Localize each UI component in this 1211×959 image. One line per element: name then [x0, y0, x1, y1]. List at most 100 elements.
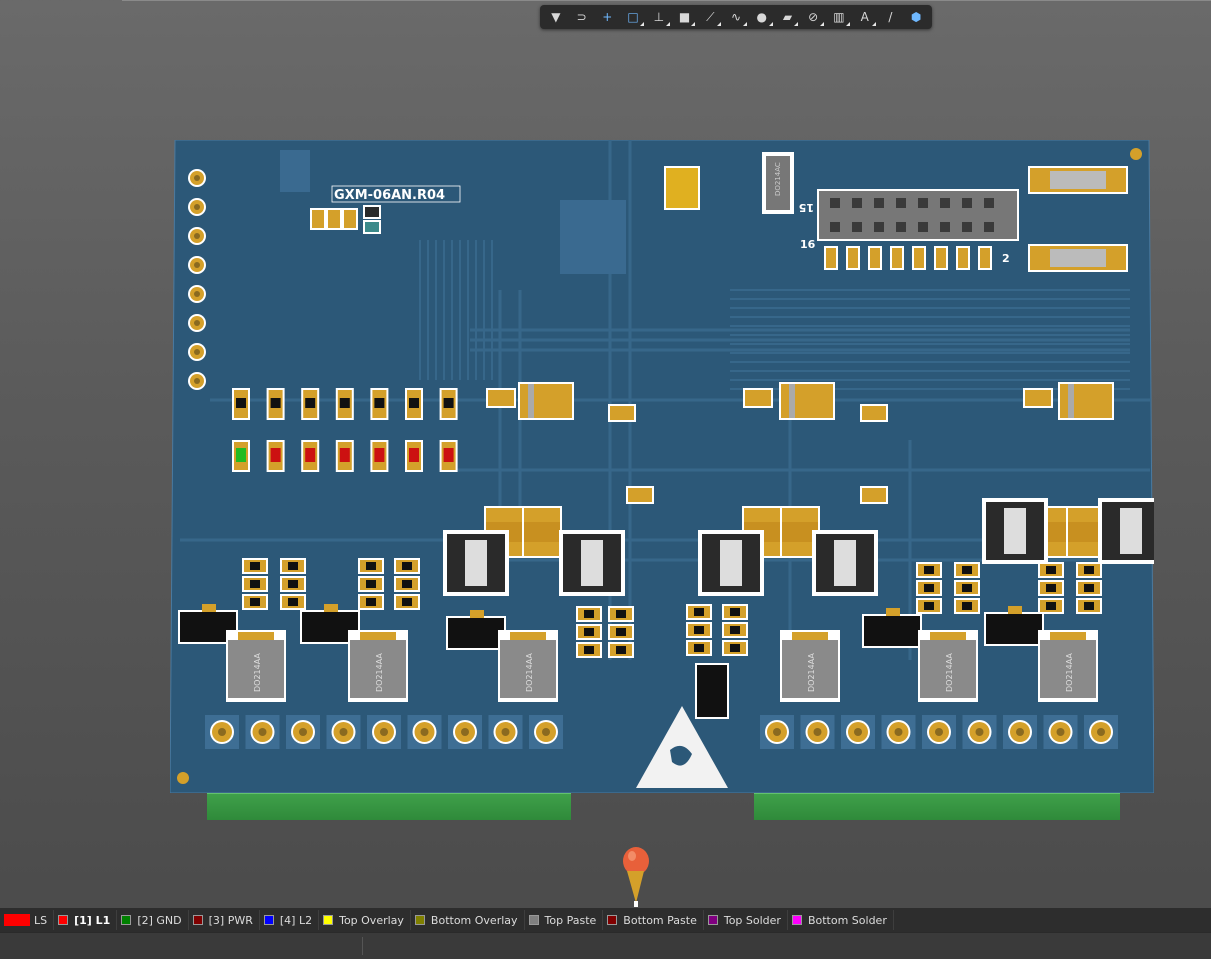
- header-pin: [962, 198, 972, 208]
- inductor-label: DO214AA: [375, 653, 384, 692]
- component-body: [666, 168, 698, 208]
- component-body: [328, 210, 340, 228]
- origin-pin-icon[interactable]: [622, 843, 652, 909]
- magnet-tool-button[interactable]: ⊃: [570, 7, 594, 27]
- transistor-tab: [324, 604, 338, 612]
- layer-color-swatch: [192, 915, 203, 925]
- terminal-pad-hole: [773, 728, 781, 736]
- 3d-body-tool-button[interactable]: ⬢: [904, 7, 928, 27]
- inductor-pin: [581, 540, 603, 586]
- header-pad-hole: [194, 320, 200, 326]
- layer-tab-top-solder[interactable]: Top Solder: [704, 910, 788, 930]
- transistor-tab: [1008, 606, 1022, 614]
- terminal-connector-right: [754, 793, 1120, 820]
- inductor-label: DO214AA: [807, 653, 816, 692]
- status-separator: [362, 937, 363, 955]
- layer-tab-label: Bottom Solder: [807, 913, 887, 927]
- layer-tab-bottom-overlay[interactable]: Bottom Overlay: [411, 910, 525, 930]
- align-tool-button[interactable]: ⊥: [647, 7, 671, 27]
- layer-tab-bottom-paste[interactable]: Bottom Paste: [603, 910, 704, 930]
- polygon-icon: ▰: [782, 10, 793, 24]
- layer-tab-4-l2[interactable]: [4] L2: [260, 910, 320, 930]
- inductor-pin: [1004, 508, 1026, 554]
- resistor-marking: [250, 598, 260, 606]
- resistor-marking: [366, 598, 376, 606]
- component-tool-button[interactable]: ■: [673, 7, 697, 27]
- layer-tab-label: Bottom Paste: [623, 913, 697, 927]
- layer-tab-label: Top Solder: [723, 913, 781, 927]
- resistor-marking: [250, 562, 260, 570]
- resistor-marking: [1084, 602, 1094, 610]
- layer-tab-3-pwr[interactable]: [3] PWR: [189, 910, 260, 930]
- header-pad-hole: [194, 233, 200, 239]
- resistor-marking: [236, 398, 246, 408]
- polygon-tool-button[interactable]: ▰: [776, 7, 800, 27]
- resistor-marking: [250, 580, 260, 588]
- layer-tab-top-overlay[interactable]: Top Overlay: [319, 910, 411, 930]
- layer-color-swatch: [58, 915, 69, 925]
- route-tool-button[interactable]: ⟋: [698, 7, 722, 27]
- header-pin: [896, 198, 906, 208]
- header-pad-hole: [194, 204, 200, 210]
- layer-tab-label: [4] L2: [279, 913, 313, 927]
- component-body: [745, 390, 771, 406]
- terminal-connector-left: [207, 793, 571, 820]
- resistor-marking: [443, 398, 454, 408]
- select-rect-tool-button[interactable]: □: [621, 7, 645, 27]
- pcb-board-3d-view[interactable]: GXM-06AN.R04 DO214AC 15 16 2 DO214AA DO214AA DO…: [170, 140, 1154, 793]
- header-pad-hole: [194, 378, 200, 384]
- layer-tab-bottom-solder[interactable]: Bottom Solder: [788, 910, 894, 930]
- inductor-label: DO214AA: [1065, 653, 1074, 692]
- inductor-label: DO214AA: [253, 653, 262, 692]
- transistor-tab: [470, 610, 484, 618]
- component-body: [936, 248, 946, 268]
- component-body: [312, 210, 324, 228]
- region-icon: ⊘: [808, 10, 819, 24]
- header-pad-hole: [194, 262, 200, 268]
- component-body: [958, 248, 968, 268]
- layer-tab-2-gnd[interactable]: [2] GND: [117, 910, 189, 930]
- text-tool-button[interactable]: A: [853, 7, 877, 27]
- chart-tool-button[interactable]: ▥: [827, 7, 851, 27]
- inductor-pad: [930, 632, 966, 640]
- terminal-pad-hole: [854, 728, 862, 736]
- capacitor-body: [781, 384, 833, 418]
- transistor-tab: [202, 604, 216, 612]
- resistor-marking: [924, 566, 934, 574]
- route-icon: ⟋: [706, 9, 715, 24]
- inductor-pin: [465, 540, 487, 586]
- align-icon: ⊥: [653, 10, 665, 24]
- resistor-marking: [584, 610, 594, 618]
- header-pin: [896, 222, 906, 232]
- resistor-marking: [339, 398, 350, 408]
- pin-header: [817, 189, 1019, 241]
- layer-tab-top-paste[interactable]: Top Paste: [525, 910, 604, 930]
- crosshair-icon: +: [602, 10, 613, 24]
- terminal-pad-hole: [380, 728, 388, 736]
- chart-icon: ▥: [833, 10, 845, 24]
- header-pad-hole: [194, 291, 200, 297]
- resistor-marking: [409, 398, 419, 408]
- header-pin: [852, 198, 862, 208]
- layer-tab-1-l1[interactable]: [1] L1: [54, 910, 118, 930]
- filter-tool-button[interactable]: ▼: [544, 7, 568, 27]
- resistor-marking: [288, 598, 298, 606]
- terminal-pad-hole: [501, 728, 510, 736]
- layer-color-swatch: [791, 915, 802, 925]
- line-tool-button[interactable]: /: [879, 7, 903, 27]
- resistor-marking: [288, 562, 298, 570]
- component-body: [1025, 390, 1051, 406]
- inductor-pin: [1120, 508, 1142, 554]
- component-body: [862, 488, 886, 502]
- inductor-pin: [720, 540, 742, 586]
- layer-tab-ls[interactable]: LS: [0, 910, 55, 930]
- resistor-marking: [1046, 566, 1056, 574]
- diff-pair-tool-button[interactable]: ∿: [724, 7, 748, 27]
- resistor-marking: [962, 584, 972, 592]
- crosshair-tool-button[interactable]: +: [595, 7, 619, 27]
- region-tool-button[interactable]: ⊘: [801, 7, 825, 27]
- resistor-marking: [374, 398, 385, 408]
- terminal-pad-hole: [935, 728, 943, 736]
- via-tool-button[interactable]: ●: [750, 7, 774, 27]
- resistor-marking: [730, 626, 740, 634]
